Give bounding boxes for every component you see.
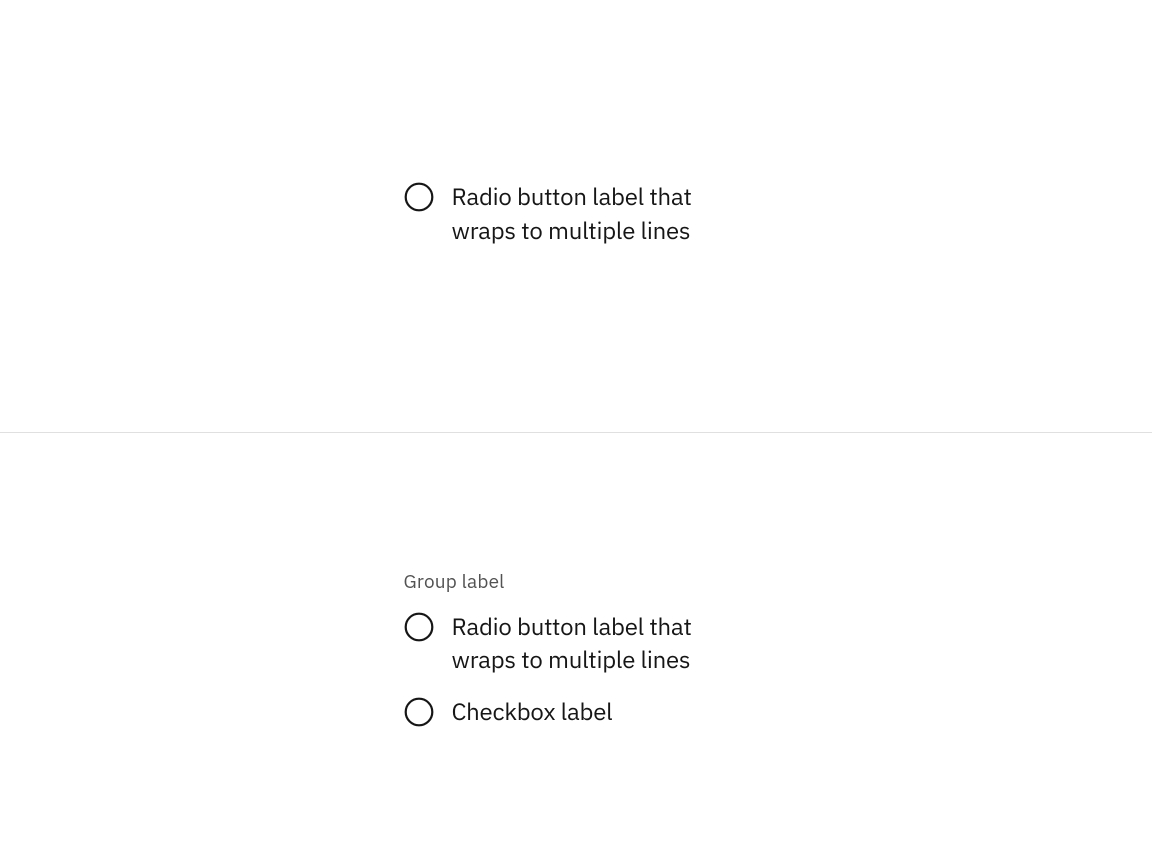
panel-bottom: Group label Radio button label that wrap… (0, 433, 1152, 865)
group-label: Group label (404, 570, 744, 594)
radio-icon (404, 612, 434, 642)
panel-top: Radio button label that wraps to multipl… (0, 0, 1152, 432)
radio-icon (404, 697, 434, 727)
radio-option[interactable]: Radio button label that wraps to multipl… (404, 180, 744, 247)
radio-option-label: Radio button label that wraps to multipl… (452, 610, 744, 677)
radio-option[interactable]: Radio button label that wraps to multipl… (404, 610, 744, 677)
radio-icon (404, 182, 434, 212)
radio-option[interactable]: Checkbox label (404, 695, 744, 729)
radio-option-label: Radio button label that wraps to multipl… (452, 180, 744, 247)
radio-option-label: Checkbox label (452, 695, 613, 729)
radio-group-labeled: Group label Radio button label that wrap… (404, 570, 744, 729)
radio-group-standalone: Radio button label that wraps to multipl… (404, 180, 744, 247)
